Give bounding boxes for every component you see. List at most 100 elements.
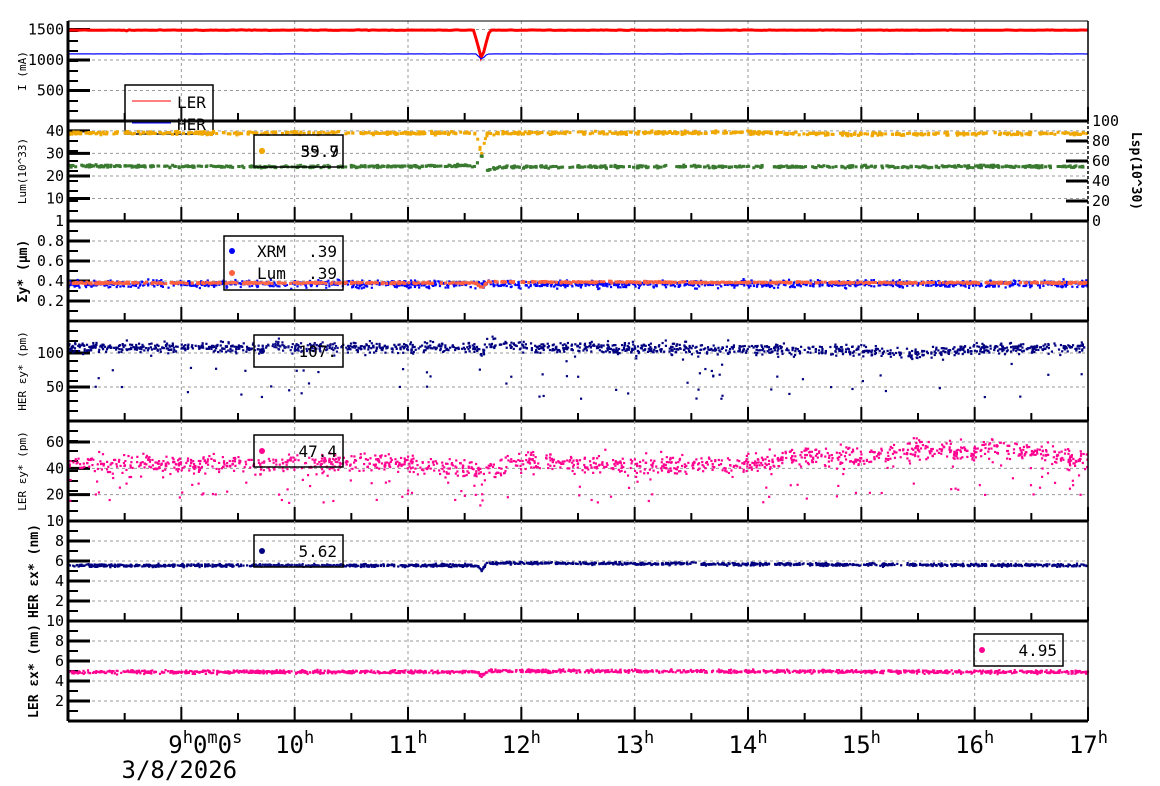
data-point [848,348,850,350]
data-point [795,131,798,134]
data-point [739,131,742,134]
data-point [85,286,87,288]
data-point [1010,346,1012,348]
data-point [690,165,693,168]
data-point [459,131,462,134]
data-point [317,131,320,134]
data-point [792,284,794,286]
data-point [566,375,568,377]
data-point [375,350,377,352]
data-point [140,348,142,350]
data-point [394,281,397,284]
data-point [920,133,923,136]
data-point [551,130,554,133]
data-point [78,286,80,288]
data-point [964,285,966,287]
data-point [770,132,773,135]
data-point [504,132,507,135]
data-point [347,131,350,134]
data-point [522,281,525,284]
data-point [174,282,177,285]
data-point [977,166,980,169]
data-point [118,164,121,167]
data-point [607,344,609,346]
data-point [734,281,737,284]
data-point [985,281,988,284]
data-point [528,130,531,133]
data-point [494,280,497,283]
data-point [1001,165,1004,168]
data-point [763,131,766,134]
data-point [410,350,412,352]
data-point [828,166,831,169]
data-point [255,131,258,134]
data-point [945,133,948,136]
data-point [812,132,815,135]
data-point [910,166,913,169]
data-point [150,346,152,348]
data-point [74,350,76,352]
data-point [916,357,918,359]
data-point [350,281,353,284]
data-point [862,282,865,285]
data-point [900,356,902,358]
data-point [721,165,724,168]
data-point [435,347,437,349]
data-point [888,281,891,284]
data-point [140,346,142,348]
data-point [931,357,933,359]
data-point [776,353,778,355]
data-point [868,282,871,285]
data-point [697,165,700,168]
data-point [906,132,909,135]
data-point [126,339,128,341]
data-point [173,351,175,353]
data-point [749,285,751,287]
data-point [1067,350,1069,352]
data-point [527,281,530,284]
data-point [670,353,672,355]
data-point [588,281,591,284]
data-point [98,165,101,168]
data-point [1077,345,1079,347]
data-point [175,350,177,352]
data-point [974,350,976,352]
data-point [824,134,827,137]
data-point [704,131,707,134]
data-point [761,165,764,168]
data-point [768,284,770,286]
data-point [465,130,468,133]
data-point [235,346,237,348]
data-point [809,282,812,285]
data-point [1074,281,1077,284]
data-point [1062,285,1064,287]
data-point [711,349,713,351]
data-point [945,348,947,350]
data-point [514,132,517,135]
data-point [344,165,347,168]
data-point [562,344,564,346]
data-point [998,352,1000,354]
data-point [192,165,195,168]
data-point [425,164,428,167]
data-point [382,281,385,284]
data-point [691,281,694,284]
data-point [742,165,745,168]
data-point [812,285,814,287]
data-point [978,131,981,134]
panel-3: 0.20.40.60.81Σy* (µm) [16,212,1089,321]
data-point [664,284,666,286]
data-point [618,352,620,354]
data-point [621,344,623,346]
data-point [697,355,699,357]
data-point [418,281,421,284]
data-point [727,353,729,355]
data-point [358,287,360,289]
data-point [1041,348,1043,350]
data-point [459,164,462,167]
data-point [397,344,399,346]
data-point [1005,286,1007,288]
data-point [891,133,894,136]
data-point [845,287,847,289]
data-point [1061,131,1064,134]
